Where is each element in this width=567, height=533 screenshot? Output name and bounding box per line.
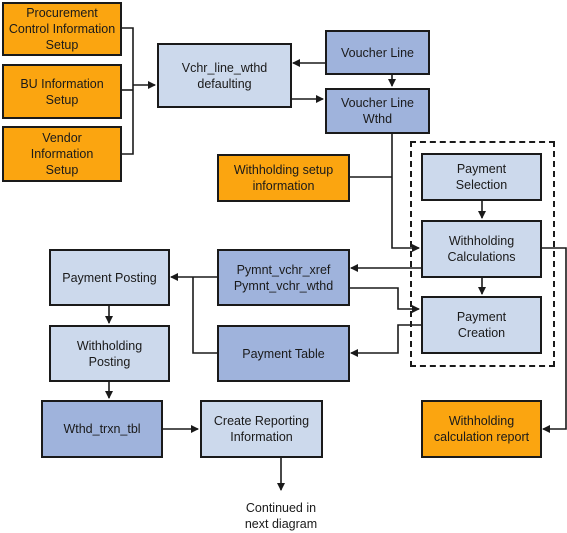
voucher-line-wthd-box[interactable]: Voucher Line Wthd — [325, 88, 430, 134]
withholding-calc-report-box[interactable]: Withholding calculation report — [421, 400, 542, 458]
pymnt-vchr-box[interactable]: Pymnt_vchr_xref Pymnt_vchr_wthd — [217, 249, 350, 306]
create-reporting-box[interactable]: Create Reporting Information — [200, 400, 323, 458]
wthd-trxn-tbl-box[interactable]: Wthd_trxn_tbl — [41, 400, 163, 458]
withholding-posting-box[interactable]: Withholding Posting — [49, 325, 170, 382]
connector-pymntvchr-creation — [349, 287, 420, 313]
continued-note: Continued in next diagram — [244, 501, 318, 531]
payment-posting-box[interactable]: Payment Posting — [49, 249, 170, 306]
withholding-calculations-box[interactable]: Withholding Calculations — [421, 220, 542, 278]
payment-creation-box[interactable]: Payment Creation — [421, 296, 542, 354]
withholding-setup-box[interactable]: Withholding setup information — [217, 154, 350, 202]
payment-selection-box[interactable]: Payment Selection — [421, 153, 542, 201]
payment-table-box[interactable]: Payment Table — [217, 325, 350, 382]
voucher-line-box[interactable]: Voucher Line — [325, 30, 430, 75]
connector-table-posting — [192, 277, 217, 354]
procurement-setup-box[interactable]: Procurement Control Information Setup — [2, 2, 122, 56]
vendor-setup-box[interactable]: Vendor Information Setup — [2, 126, 122, 182]
vchr-line-wthd-defaulting-box[interactable]: Vchr_line_wthd defaulting — [157, 43, 292, 108]
connector-procurement — [121, 27, 134, 155]
bu-setup-box[interactable]: BU Information Setup — [2, 64, 122, 119]
